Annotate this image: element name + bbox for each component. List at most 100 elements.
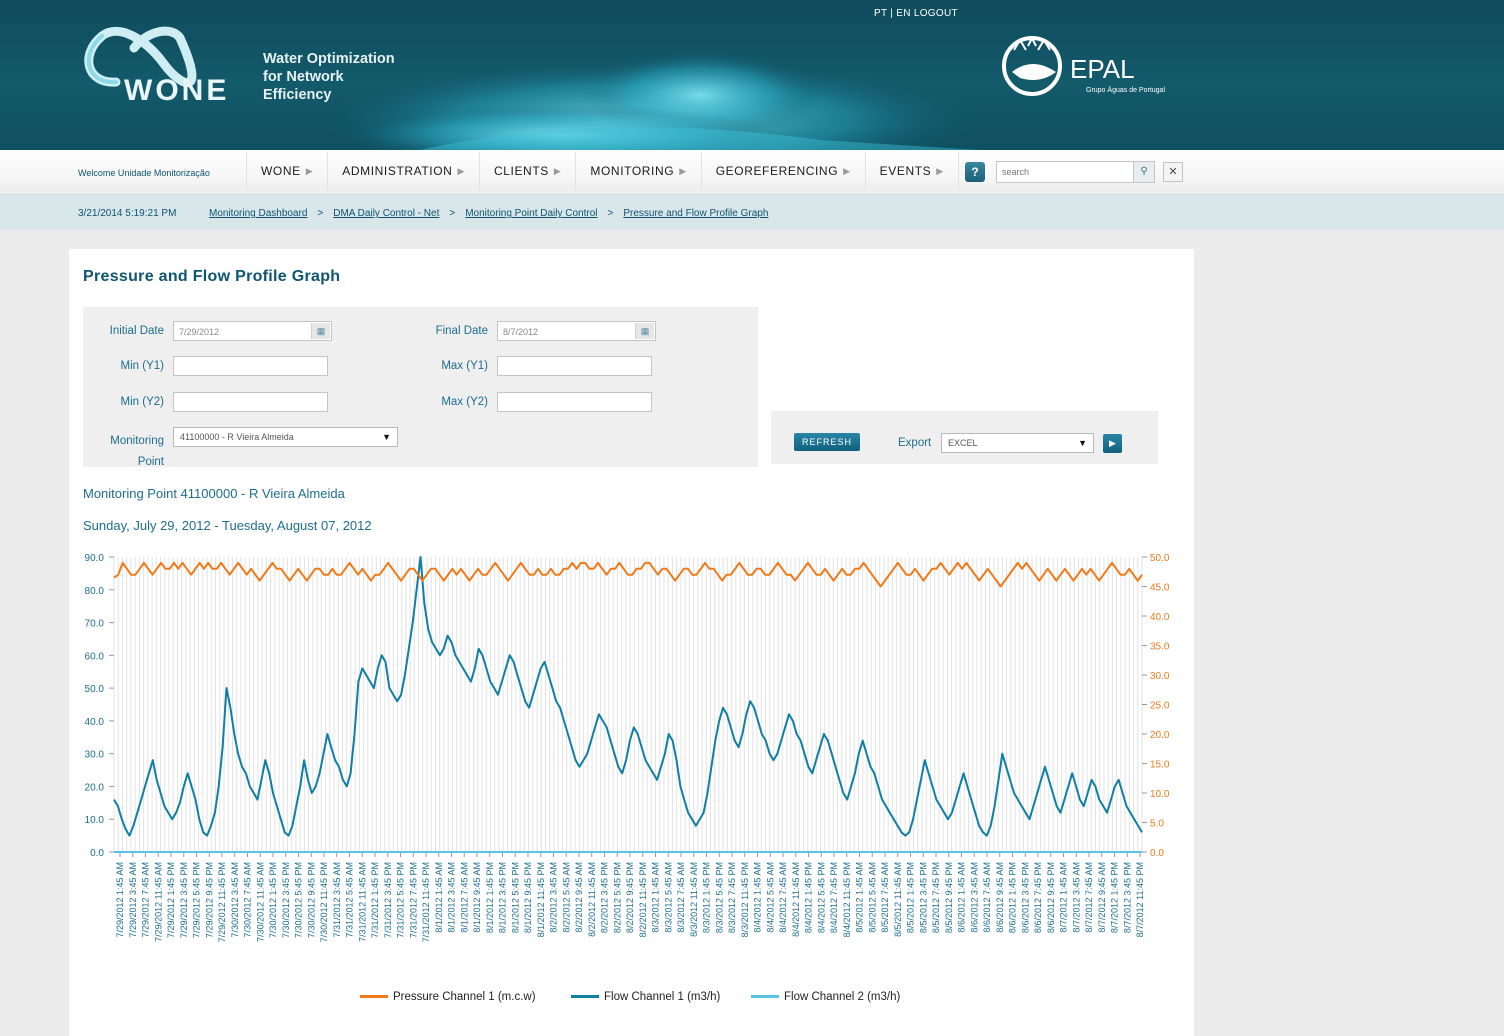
breadcrumb-monitoring-dashboard[interactable]: Monitoring Dashboard <box>209 208 307 219</box>
x-tick-label: 8/5/2012 11:45 AM <box>893 862 903 937</box>
initial-date-value: 7/29/2012 <box>179 327 220 337</box>
y2-tick-label: 40.0 <box>1150 612 1170 623</box>
y2-tick-label: 50.0 <box>1150 553 1170 564</box>
current-datetime: 3/21/2014 5:19:21 PM <box>78 208 177 219</box>
breadcrumb-dma-daily-control[interactable]: DMA Daily Control - Net <box>333 208 439 219</box>
breadcrumb-monitoring-point-daily-control[interactable]: Monitoring Point Daily Control <box>465 208 597 219</box>
x-tick-label: 8/2/2012 9:45 AM <box>574 862 584 933</box>
x-tick-label: 8/7/2012 1:45 AM <box>1059 862 1069 933</box>
play-icon[interactable]: ▶ <box>1103 434 1122 453</box>
export-label: Export <box>898 437 932 449</box>
page-title: Pressure and Flow Profile Graph <box>83 268 341 285</box>
menu-item-monitoring[interactable]: MONITORING ▶ <box>575 152 700 190</box>
search-input[interactable] <box>997 163 1135 181</box>
min-y1-label: Min (Y1) <box>120 360 164 372</box>
x-tick-label: 8/3/2012 7:45 PM <box>727 862 737 933</box>
x-tick-label: 8/4/2012 11:45 PM <box>842 862 852 937</box>
x-tick-label: 8/3/2012 1:45 PM <box>702 862 712 933</box>
x-tick-label: 7/31/2012 5:45 AM <box>345 862 355 938</box>
x-tick-label: 8/6/2012 7:45 PM <box>1033 862 1043 933</box>
refresh-button[interactable]: REFRESH <box>794 433 860 451</box>
x-tick-label: 8/5/2012 7:45 PM <box>931 862 941 933</box>
x-tick-label: 8/4/2012 7:45 AM <box>778 862 788 933</box>
monitoring-point-select[interactable]: 41100000 - R Vieira Almeida ▼ <box>173 427 398 447</box>
close-icon[interactable]: ✕ <box>1163 162 1183 182</box>
max-y1-input[interactable] <box>497 356 652 376</box>
top-links: PT | EN LOGOUT <box>874 8 958 19</box>
x-tick-label: 7/31/2012 3:45 AM <box>332 862 342 938</box>
legend-pressure[interactable]: Pressure Channel 1 (m.c.w) <box>360 991 536 1003</box>
x-tick-label: 8/6/2012 3:45 PM <box>1020 862 1030 933</box>
lang-pt-link[interactable]: PT <box>874 8 887 19</box>
min-y1-input[interactable] <box>173 356 328 376</box>
x-tick-label: 8/4/2012 5:45 PM <box>816 862 826 933</box>
x-tick-label: 7/30/2012 3:45 AM <box>230 862 240 938</box>
y1-tick-label: 50.0 <box>85 684 105 695</box>
x-tick-label: 8/2/2012 5:45 PM <box>612 862 622 933</box>
y1-tick-label: 90.0 <box>85 553 105 564</box>
lang-en-link[interactable]: EN <box>896 8 911 19</box>
menu-item-georeferencing[interactable]: GEOREFERENCING ▶ <box>700 152 865 190</box>
x-tick-label: 8/1/2012 5:45 PM <box>510 862 520 933</box>
x-tick-label: 8/6/2012 9:45 PM <box>1046 862 1056 933</box>
menu-item-clients[interactable]: CLIENTS ▶ <box>478 152 575 190</box>
menu-item-wone[interactable]: WONE ▶ <box>246 152 327 190</box>
calendar-icon[interactable]: ▦ <box>311 323 330 339</box>
x-tick-label: 8/1/2012 1:45 AM <box>434 862 444 933</box>
y1-tick-label: 10.0 <box>85 815 105 826</box>
x-tick-label: 8/7/2012 1:45 PM <box>1110 862 1120 933</box>
legend-swatch <box>751 995 779 999</box>
breadcrumb-separator: > <box>317 208 324 219</box>
search-icon[interactable]: ⚲ <box>1133 162 1154 182</box>
legend-flow-1[interactable]: Flow Channel 1 (m3/h) <box>571 991 720 1003</box>
caret-down-icon: ▼ <box>1078 438 1087 448</box>
x-tick-label: 7/31/2012 11:45 AM <box>357 862 367 942</box>
x-tick-label: 8/6/2012 9:45 AM <box>995 862 1005 933</box>
final-date-field[interactable]: 8/7/2012 ▦ <box>497 321 656 341</box>
initial-date-field[interactable]: 7/29/2012 ▦ <box>173 321 332 341</box>
x-tick-label: 8/7/2012 7:45 AM <box>1084 862 1094 933</box>
x-tick-label: 7/30/2012 3:45 PM <box>281 862 291 938</box>
y1-tick-label: 0.0 <box>90 848 104 859</box>
search-box: ⚲ <box>996 161 1155 183</box>
x-tick-label: 8/3/2012 5:45 PM <box>714 862 724 933</box>
menu-item-events[interactable]: EVENTS ▶ <box>864 152 959 190</box>
menu-label: EVENTS <box>879 164 932 178</box>
x-tick-label: 8/5/2012 5:45 AM <box>867 862 877 933</box>
x-tick-label: 8/1/2012 9:45 AM <box>472 862 482 933</box>
x-tick-label: 8/4/2012 1:45 AM <box>753 862 763 933</box>
x-tick-label: 8/2/2012 11:45 PM <box>638 862 648 937</box>
x-tick-label: 7/30/2012 1:45 PM <box>268 862 278 938</box>
export-format-select[interactable]: EXCEL ▼ <box>941 433 1094 453</box>
chevron-right-icon: ▶ <box>457 165 465 176</box>
menu-label: CLIENTS <box>493 164 549 178</box>
tagline-line-1: Water Optimization <box>263 51 395 67</box>
x-tick-label: 8/7/2012 3:45 AM <box>1071 862 1081 933</box>
max-y1-label: Max (Y1) <box>441 360 488 372</box>
logout-link[interactable]: LOGOUT <box>914 8 958 19</box>
monitoring-point-value: 41100000 - R Vieira Almeida <box>180 432 294 442</box>
x-tick-label: 7/31/2012 5:45 PM <box>396 862 406 938</box>
legend-flow-2[interactable]: Flow Channel 2 (m3/h) <box>751 991 900 1003</box>
wone-logo[interactable]: WONE <box>76 24 246 104</box>
monitoring-point-heading: Monitoring Point 41100000 - R Vieira Alm… <box>83 486 345 501</box>
x-tick-label: 7/29/2012 11:45 PM <box>217 862 227 942</box>
y2-tick-label: 35.0 <box>1150 642 1170 653</box>
calendar-icon[interactable]: ▦ <box>635 323 654 339</box>
min-y2-input[interactable] <box>173 392 328 412</box>
monitoring-label-line-1: Monitoring <box>110 435 164 447</box>
breadcrumb-pressure-flow-graph[interactable]: Pressure and Flow Profile Graph <box>623 208 768 219</box>
date-range-heading: Sunday, July 29, 2012 - Tuesday, August … <box>83 518 372 533</box>
x-tick-label: 7/30/2012 5:45 PM <box>294 862 304 938</box>
x-tick-label: 8/3/2012 5:45 AM <box>663 862 673 933</box>
max-y2-input[interactable] <box>497 392 652 412</box>
x-tick-label: 8/2/2012 5:45 AM <box>561 862 571 933</box>
help-icon[interactable]: ? <box>965 162 985 182</box>
monitoring-point-label: Monitoring Point <box>96 431 164 473</box>
menu-item-administration[interactable]: ADMINISTRATION ▶ <box>327 152 479 190</box>
x-tick-label: 8/7/2012 11:45 PM <box>1135 862 1145 937</box>
x-tick-label: 7/29/2012 1:45 AM <box>115 862 125 938</box>
y1-tick-label: 30.0 <box>85 750 105 761</box>
x-tick-label: 7/30/2012 9:45 PM <box>306 862 316 938</box>
chevron-right-icon: ▶ <box>305 165 314 176</box>
